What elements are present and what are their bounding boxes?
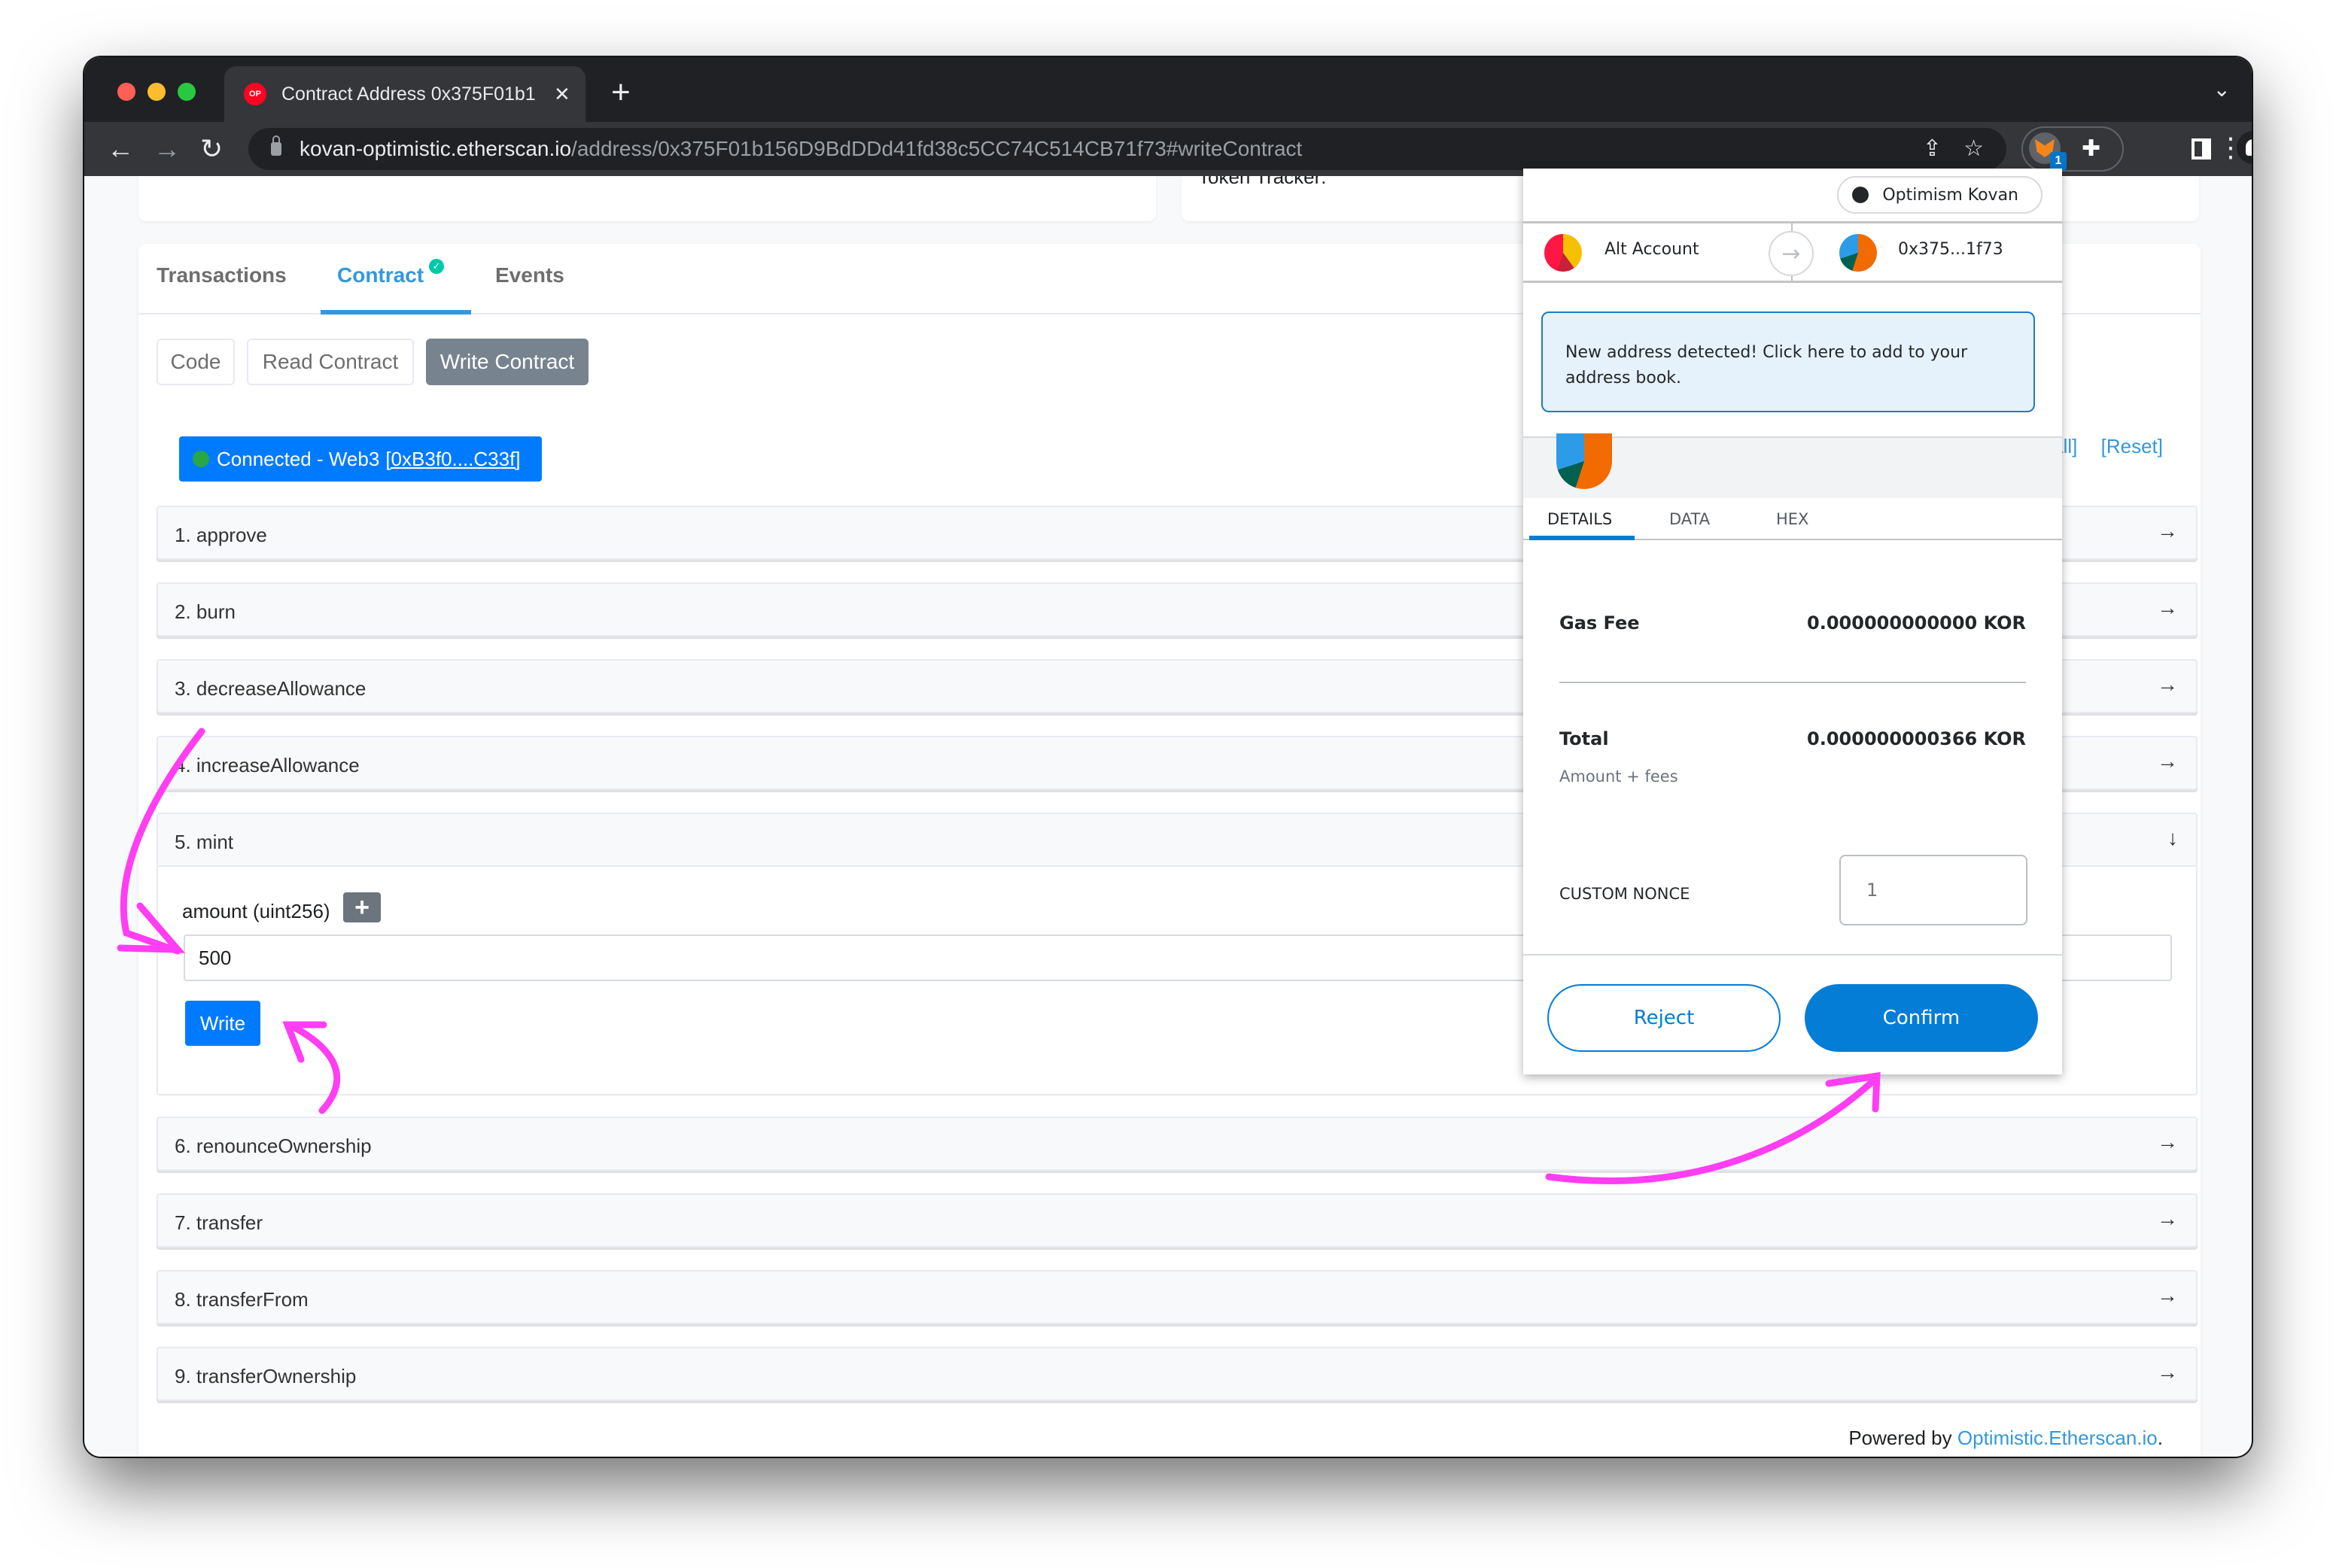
web3-connected-badge[interactable]: Connected - Web3 [0xB3f0....C33f] bbox=[179, 436, 542, 482]
maximize-window-button[interactable] bbox=[178, 83, 196, 101]
tab-data[interactable]: DATA bbox=[1669, 510, 1710, 528]
overview-card bbox=[138, 176, 1156, 221]
reset-link[interactable]: [Reset] bbox=[2101, 435, 2163, 457]
bookmark-star-icon[interactable]: ☆ bbox=[1963, 135, 1984, 162]
function-label: 8. transferFrom bbox=[175, 1288, 309, 1311]
tab-contract[interactable]: Contract bbox=[337, 263, 424, 287]
powered-by-footer: Powered by Optimistic.Etherscan.io. bbox=[1848, 1427, 2163, 1450]
network-selector[interactable]: Optimism Kovan bbox=[1837, 176, 2042, 214]
read-contract-button[interactable]: Read Contract bbox=[247, 339, 414, 385]
network-name: Optimism Kovan bbox=[1882, 185, 2018, 205]
lock-icon bbox=[271, 135, 281, 156]
connected-status-dot-icon bbox=[193, 451, 209, 467]
chrome-menu-kebab-icon[interactable]: ⋮ bbox=[2217, 129, 2244, 166]
tab-details[interactable]: DETAILS bbox=[1547, 510, 1612, 528]
screenshot-stage: OP Contract Address 0x375F01b1 ✕ + ⌄ ← →… bbox=[0, 0, 2336, 1568]
to-account-address[interactable]: 0x375...1f73 bbox=[1898, 240, 2003, 259]
side-panel-icon[interactable] bbox=[2192, 138, 2211, 160]
confirm-button[interactable]: Confirm bbox=[1805, 984, 2038, 1052]
footer-period: . bbox=[2157, 1427, 2163, 1449]
arrow-right-icon: → bbox=[2157, 596, 2178, 619]
arrow-right-icon: → bbox=[1769, 231, 1814, 276]
contract-identicon bbox=[1556, 433, 1612, 489]
from-account-name[interactable]: Alt Account bbox=[1604, 240, 1699, 259]
active-tab-underline bbox=[321, 310, 471, 315]
url-path: /address/0x375F01b156D9BdDDd41fd38c5CC74… bbox=[571, 137, 1303, 160]
verified-check-icon: ✓ bbox=[429, 259, 444, 274]
tab-hex[interactable]: HEX bbox=[1776, 510, 1808, 528]
amount-param-label: amount (uint256) bbox=[182, 900, 330, 922]
total-sublabel: Amount + fees bbox=[1559, 767, 1678, 786]
arrow-right-icon: → bbox=[2157, 519, 2178, 542]
tab-search-chevron-icon[interactable]: ⌄ bbox=[2213, 77, 2231, 102]
url-host: kovan-optimistic.etherscan.io bbox=[300, 137, 572, 160]
divider bbox=[1523, 954, 2062, 956]
write-contract-button[interactable]: Write Contract bbox=[426, 339, 589, 385]
arrow-right-icon: → bbox=[2157, 1207, 2178, 1230]
token-tracker-label: Token Tracker: bbox=[1198, 176, 1327, 188]
tab-events[interactable]: Events bbox=[495, 263, 564, 287]
etherscan-link[interactable]: Optimistic.Etherscan.io bbox=[1957, 1427, 2158, 1449]
function-label: 4. increaseAllowance bbox=[175, 754, 360, 776]
close-tab-icon[interactable]: ✕ bbox=[554, 83, 570, 106]
arrow-right-icon: → bbox=[2157, 673, 2178, 696]
active-tab-underline bbox=[1529, 536, 1635, 540]
transaction-hero bbox=[1523, 433, 2062, 498]
function-row-renounce-ownership[interactable]: 6. renounceOwnership → bbox=[157, 1117, 2198, 1171]
gas-fee-label: Gas Fee bbox=[1559, 612, 1640, 634]
back-arrow-icon[interactable]: ← bbox=[107, 131, 134, 167]
new-tab-button[interactable]: + bbox=[611, 74, 631, 111]
metamask-notification-badge: 1 bbox=[2050, 152, 2067, 170]
function-row-transfer-from[interactable]: 8. transferFrom → bbox=[157, 1270, 2198, 1324]
share-icon[interactable]: ⇪ bbox=[1923, 135, 1942, 162]
connected-text: Connected - Web3 bbox=[217, 447, 380, 470]
address-bar[interactable]: kovan-optimistic.etherscan.io /address/0… bbox=[248, 128, 2006, 170]
to-account-identicon bbox=[1839, 234, 1877, 272]
network-dot-icon bbox=[1852, 187, 1869, 203]
total-label: Total bbox=[1559, 728, 1609, 749]
browser-window: OP Contract Address 0x375F01b1 ✕ + ⌄ ← →… bbox=[84, 57, 2252, 1457]
connected-address-link[interactable]: [0xB3f0....C33f] bbox=[385, 448, 520, 471]
function-label: 9. transferOwnership bbox=[175, 1365, 357, 1387]
function-row-transfer[interactable]: 7. transfer → bbox=[157, 1193, 2198, 1247]
function-label: 6. renounceOwnership bbox=[175, 1135, 372, 1157]
total-value: 0.000000000366 KOR bbox=[1807, 728, 2026, 749]
close-window-button[interactable] bbox=[117, 83, 135, 101]
new-address-notice[interactable]: New address detected! Click here to add … bbox=[1541, 311, 2035, 412]
arrow-right-icon: → bbox=[2157, 1130, 2178, 1153]
arrow-down-icon: ↓ bbox=[2167, 826, 2178, 849]
divider bbox=[1559, 682, 2026, 683]
custom-nonce-label: CUSTOM NONCE bbox=[1559, 885, 1690, 903]
gas-fee-value: 0.000000000000 KOR bbox=[1807, 612, 2026, 634]
function-label: 3. decreaseAllowance bbox=[175, 677, 367, 700]
extensions-puzzle-icon[interactable]: ✚ bbox=[2082, 135, 2100, 162]
function-label: 1. approve bbox=[175, 524, 267, 546]
function-label: 2. burn bbox=[175, 600, 236, 623]
arrow-right-icon: → bbox=[2157, 749, 2178, 773]
arrow-right-icon: → bbox=[2157, 1360, 2178, 1384]
tab-title: Contract Address 0x375F01b1 bbox=[281, 83, 536, 105]
metamask-popup: Optimism Kovan Alt Account → 0x375...1f7… bbox=[1523, 169, 2062, 1074]
arrow-right-icon: → bbox=[2157, 1284, 2178, 1307]
write-button[interactable]: Write bbox=[185, 1001, 260, 1046]
function-label: 7. transfer bbox=[175, 1211, 263, 1234]
custom-nonce-input[interactable] bbox=[1839, 855, 2027, 925]
forward-arrow-icon[interactable]: → bbox=[154, 131, 181, 167]
optimism-favicon-icon: OP bbox=[244, 83, 266, 105]
tab-transactions[interactable]: Transactions bbox=[157, 263, 287, 287]
function-row-transfer-ownership[interactable]: 9. transferOwnership → bbox=[157, 1347, 2198, 1401]
reject-button[interactable]: Reject bbox=[1547, 984, 1781, 1052]
from-account-identicon bbox=[1544, 234, 1582, 272]
powered-by-text: Powered by bbox=[1848, 1427, 1952, 1449]
metamask-tabs: DETAILS DATA HEX bbox=[1523, 500, 2062, 540]
reload-icon[interactable]: ↻ bbox=[200, 131, 223, 167]
code-button[interactable]: Code bbox=[157, 339, 235, 385]
browser-tab-active[interactable]: OP Contract Address 0x375F01b1 ✕ bbox=[224, 66, 586, 122]
minimize-window-button[interactable] bbox=[148, 83, 166, 101]
tab-strip: OP Contract Address 0x375F01b1 ✕ + ⌄ bbox=[84, 57, 2252, 122]
sender-recipient-bar: Alt Account → 0x375...1f73 bbox=[1523, 221, 2062, 283]
add-param-button[interactable]: + bbox=[343, 892, 381, 922]
function-label: 5. mint bbox=[175, 831, 234, 853]
